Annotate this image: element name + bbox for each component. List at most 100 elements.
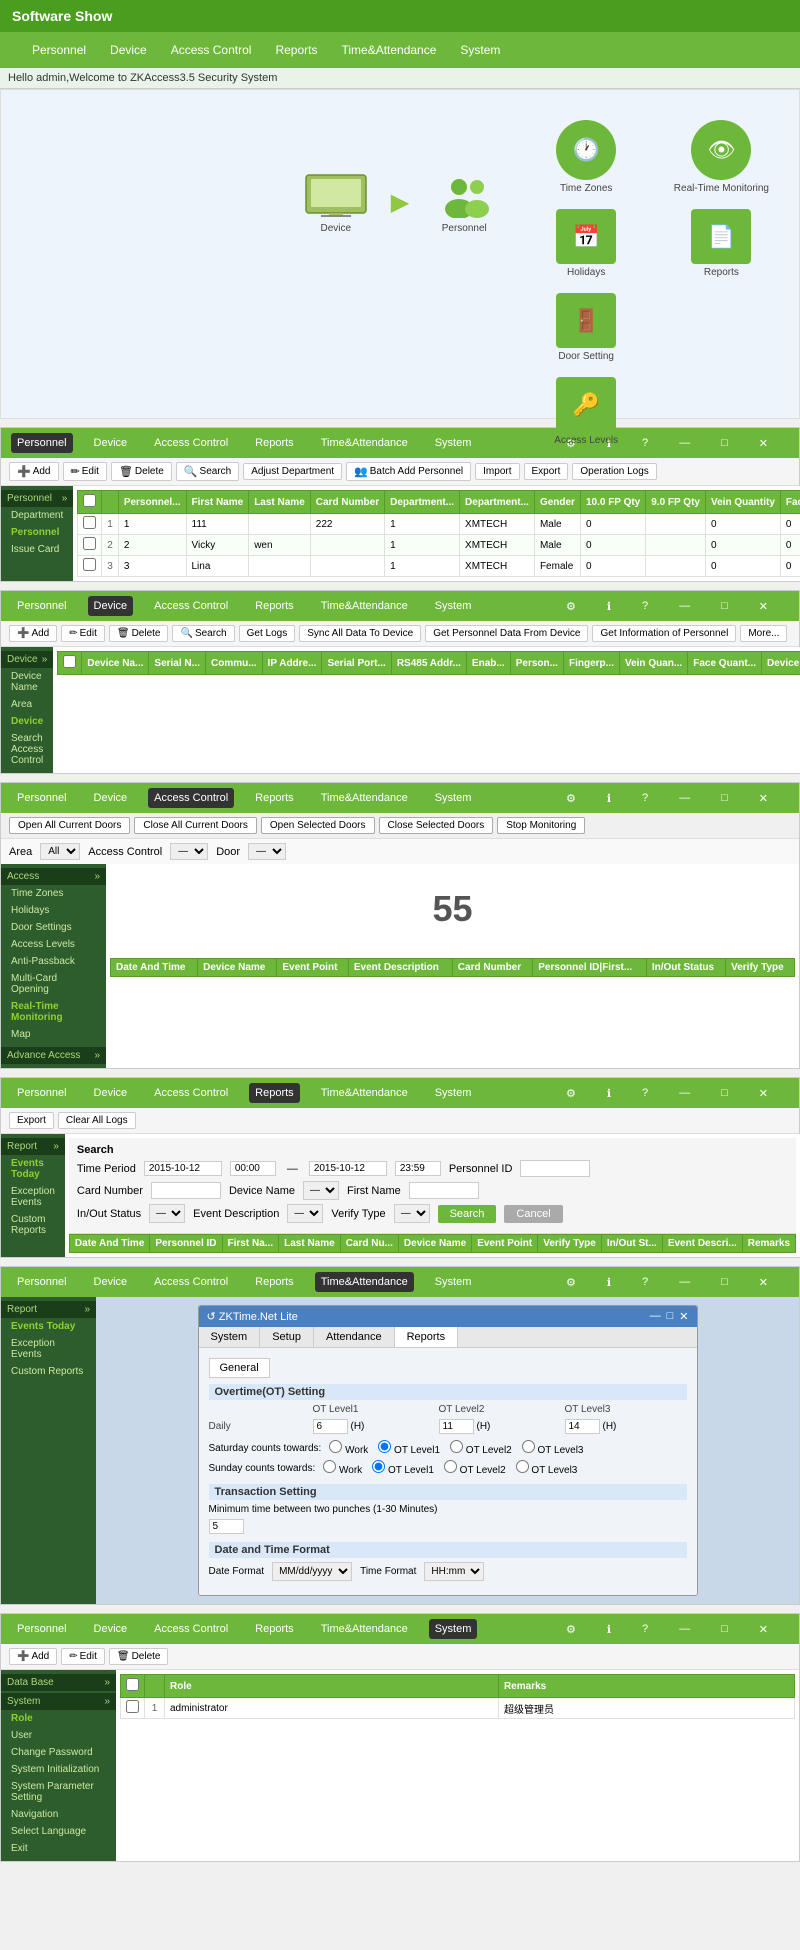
batch-add-btn[interactable]: 👥 Batch Add Personnel (346, 462, 471, 481)
ac-restore-icon[interactable]: □ (715, 788, 734, 809)
devname-select[interactable]: — (303, 1181, 339, 1200)
dnav-reports[interactable]: Reports (249, 596, 300, 616)
d-more-btn[interactable]: More... (740, 625, 787, 642)
rnav-device[interactable]: Device (88, 1083, 134, 1103)
d-info-icon[interactable]: ℹ (601, 596, 617, 617)
rnav-personnel[interactable]: Personnel (11, 1083, 73, 1103)
tanav-access[interactable]: Access Control (148, 1272, 234, 1292)
popup-close-icon[interactable]: ✕ (679, 1310, 688, 1323)
r-export-btn[interactable]: Export (9, 1112, 54, 1129)
ac-minimize-icon[interactable]: — (673, 788, 696, 809)
sidebar-item-personnel[interactable]: Personnel (1, 524, 73, 541)
d-search-btn[interactable]: 🔍 Search (172, 625, 234, 642)
sidebar-item-issuecard[interactable]: Issue Card (1, 541, 73, 558)
select-all-checkbox[interactable] (83, 494, 96, 507)
d-sidebar-area[interactable]: Area (1, 696, 53, 713)
acnav-access[interactable]: Access Control (148, 788, 234, 808)
veriftype-select[interactable]: — (394, 1204, 430, 1223)
d-select-all[interactable] (63, 655, 76, 668)
d-sidebar-device[interactable]: Device (1, 713, 53, 730)
ac-info-icon[interactable]: ℹ (601, 788, 617, 809)
popup-minimize-icon[interactable]: — (650, 1310, 661, 1323)
sat-otl1-radio[interactable]: OT Level1 (378, 1440, 440, 1456)
sys-sidebar-role[interactable]: Role (1, 1710, 116, 1727)
sysnav-device[interactable]: Device (88, 1619, 134, 1639)
time-from-input[interactable] (230, 1161, 276, 1176)
ac-select[interactable]: — (170, 843, 208, 860)
general-subtab[interactable]: General (209, 1358, 270, 1378)
rnav-timeatt[interactable]: Time&Attendance (315, 1083, 414, 1103)
sat-work-radio[interactable]: Work (329, 1440, 368, 1456)
sidebar-toggle[interactable]: » (62, 493, 68, 504)
ta-sidebar-toggle[interactable]: » (84, 1304, 90, 1315)
acnav-timeatt[interactable]: Time&Attendance (315, 788, 414, 808)
ta-sidebar-eventstoday[interactable]: Events Today (1, 1318, 96, 1335)
r-close-icon[interactable]: ✕ (753, 1083, 774, 1104)
sys-close-icon[interactable]: ✕ (753, 1619, 774, 1640)
d-edit-btn[interactable]: ✏ Edit (61, 625, 105, 642)
sun-otl2-radio[interactable]: OT Level2 (444, 1460, 506, 1476)
ta-sidebar-custom[interactable]: Custom Reports (1, 1363, 96, 1380)
close-selected-btn[interactable]: Close Selected Doors (379, 817, 494, 834)
sysnav-timeatt[interactable]: Time&Attendance (315, 1619, 414, 1639)
acnav-system[interactable]: System (429, 788, 478, 808)
pnav-device[interactable]: Device (88, 433, 134, 453)
d-sidebar-searchac[interactable]: Search Access Control (1, 730, 53, 769)
d-close-icon[interactable]: ✕ (753, 596, 774, 617)
search-cancel-btn[interactable]: Cancel (504, 1205, 562, 1223)
ac-sidebar-doorsettings[interactable]: Door Settings (1, 919, 106, 936)
popup-tab-setup[interactable]: Setup (260, 1327, 314, 1347)
nav-time-attendance[interactable]: Time&Attendance (341, 43, 436, 57)
d-delete-btn[interactable]: 🗑 Delete (109, 625, 169, 642)
sun-otl3-radio[interactable]: OT Level3 (516, 1460, 578, 1476)
row-checkbox-3[interactable] (83, 558, 96, 571)
ot-daily-l2-input[interactable] (439, 1419, 474, 1434)
r-clearall-btn[interactable]: Clear All Logs (58, 1112, 136, 1129)
ac-sidebar-toggle[interactable]: » (94, 871, 100, 882)
sys-delete-btn[interactable]: 🗑 Delete (109, 1648, 169, 1665)
ac-help-icon[interactable]: ? (636, 788, 654, 809)
popup-tab-reports[interactable]: Reports (395, 1327, 459, 1347)
ac-close-icon[interactable]: ✕ (753, 788, 774, 809)
popup-tab-system[interactable]: System (199, 1327, 261, 1347)
d-getpersdata-btn[interactable]: Get Personnel Data From Device (425, 625, 588, 642)
nav-access-control[interactable]: Access Control (171, 43, 252, 57)
date-to-input[interactable] (309, 1161, 387, 1176)
d-sidebar-devicename[interactable]: Device Name (1, 668, 53, 696)
time-to-input[interactable] (395, 1161, 441, 1176)
tanav-timeatt[interactable]: Time&Attendance (315, 1272, 414, 1292)
pnav-system[interactable]: System (429, 433, 478, 453)
ta-sidebar-exception[interactable]: Exception Events (1, 1335, 96, 1363)
inout-select[interactable]: — (149, 1204, 185, 1223)
ac-sidebar-multicard[interactable]: Multi-Card Opening (1, 970, 106, 998)
d-syncall-btn[interactable]: Sync All Data To Device (299, 625, 421, 642)
nav-device[interactable]: Device (110, 43, 147, 57)
row-checkbox-1[interactable] (83, 516, 96, 529)
accesslevels-icon-item[interactable]: 🔑 Access Levels (539, 377, 634, 446)
ac-sidebar-map[interactable]: Map (1, 1026, 106, 1043)
edit-btn[interactable]: ✏ Edit (63, 462, 107, 481)
rnav-reports[interactable]: Reports (249, 1083, 300, 1103)
nav-system[interactable]: System (460, 43, 500, 57)
oplogs-btn[interactable]: Operation Logs (572, 463, 656, 480)
r-info-icon[interactable]: ℹ (601, 1083, 617, 1104)
import-btn[interactable]: Import (475, 463, 519, 480)
holidays-icon-item[interactable]: 📅 Holidays (539, 209, 634, 278)
nav-personnel[interactable]: Personnel (32, 43, 86, 57)
ta-minimize-icon[interactable]: — (673, 1272, 696, 1293)
d-settings-icon[interactable]: ⚙ (560, 596, 582, 617)
sat-otl3-radio[interactable]: OT Level3 (522, 1440, 584, 1456)
r-minimize-icon[interactable]: — (673, 1083, 696, 1104)
ac-sidebar-holidays[interactable]: Holidays (1, 902, 106, 919)
r-settings-icon[interactable]: ⚙ (560, 1083, 582, 1104)
rnav-system[interactable]: System (429, 1083, 478, 1103)
door-select[interactable]: — (248, 843, 286, 860)
sys-edit-btn[interactable]: ✏ Edit (61, 1648, 105, 1665)
d-getinfo-btn[interactable]: Get Information of Personnel (592, 625, 736, 642)
sysnav-reports[interactable]: Reports (249, 1619, 300, 1639)
ta-help-icon[interactable]: ? (636, 1272, 654, 1293)
tanav-system[interactable]: System (429, 1272, 478, 1292)
rtm-icon-item[interactable]: 👁 Real-Time Monitoring (674, 120, 769, 194)
sys-sidebar-exit[interactable]: Exit (1, 1840, 116, 1857)
adjust-dept-btn[interactable]: Adjust Department (243, 463, 342, 480)
